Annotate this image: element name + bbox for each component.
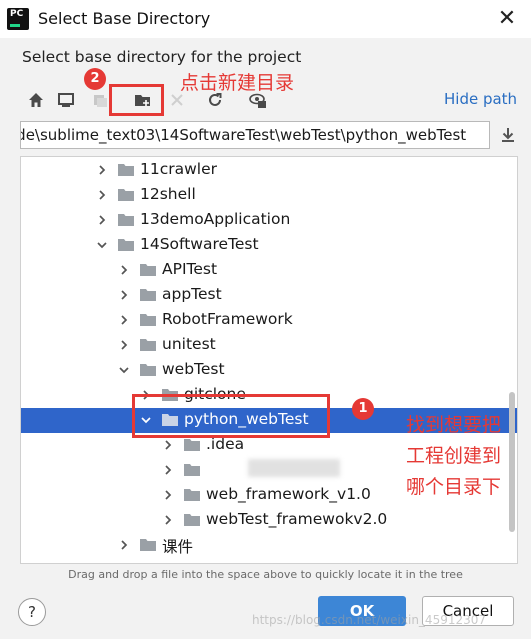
close-button[interactable]: ✕ <box>492 4 522 34</box>
annotation-badge-1: 1 <box>352 398 374 420</box>
folder-icon <box>139 262 157 277</box>
folder-icon <box>139 287 157 302</box>
tree-row-label: APITest <box>162 260 218 278</box>
tree-row-label: 课件 <box>162 538 194 556</box>
tree-row-label: 11crawler <box>140 160 218 178</box>
annotation-new-folder-note: 点击新建目录 <box>180 72 295 94</box>
watermark: https://blog.csdn.net/weixin_45912307 <box>252 613 487 627</box>
hide-path-link[interactable]: Hide path <box>444 90 517 108</box>
tree-scrollbar[interactable] <box>509 392 515 532</box>
tree-row-label: webTest <box>162 360 225 378</box>
chevron-right-icon[interactable] <box>159 511 177 529</box>
chevron-right-icon[interactable] <box>93 186 111 204</box>
tree-row-label: web_framework_v1.0 <box>206 485 371 503</box>
folder-icon <box>117 237 135 252</box>
chevron-right-icon[interactable] <box>93 211 111 229</box>
path-input[interactable]: ode\sublime_text03\14SoftwareTest\webTes… <box>20 121 490 149</box>
chevron-right-icon[interactable] <box>115 536 133 554</box>
chevron-down-icon[interactable] <box>115 361 133 379</box>
chevron-right-icon[interactable] <box>159 461 177 479</box>
tree-row[interactable]: 13demoApplication <box>21 208 517 233</box>
drag-drop-hint: Drag and drop a file into the space abov… <box>68 568 463 581</box>
annotation-box-target-folder <box>132 394 330 438</box>
chevron-right-icon[interactable] <box>115 261 133 279</box>
chevron-right-icon[interactable] <box>159 436 177 454</box>
tree-row[interactable]: unitest <box>21 333 517 358</box>
folder-icon <box>183 512 201 527</box>
tree-row[interactable]: RobotFramework <box>21 308 517 333</box>
chevron-right-icon[interactable] <box>159 486 177 504</box>
folder-icon <box>183 487 201 502</box>
chevron-down-icon[interactable] <box>93 236 111 254</box>
annotation-target-line-2: 工程创建到 <box>406 445 502 467</box>
chevron-right-icon[interactable] <box>115 336 133 354</box>
pycharm-logo-icon: PC <box>7 8 29 30</box>
annotation-badge-2: 2 <box>84 68 106 90</box>
tree-row[interactable]: 12shell <box>21 183 517 208</box>
directory-tree[interactable]: 11crawler 12shell 13demoApplication 14Softw… <box>20 156 518 564</box>
desktop-icon[interactable] <box>54 88 78 112</box>
tree-row[interactable]: webTest <box>21 358 517 383</box>
folder-icon <box>139 312 157 327</box>
dialog-subtitle: Select base directory for the project <box>22 48 302 66</box>
path-value: ode\sublime_text03\14SoftwareTest\webTes… <box>20 126 467 144</box>
folder-icon <box>183 462 201 477</box>
annotation-target-line-1: 找到想要把 <box>406 414 502 436</box>
tree-row-label: RobotFramework <box>162 310 293 328</box>
app-icon-text: PC <box>10 9 24 19</box>
tree-row-label: 13demoApplication <box>140 210 291 228</box>
tree-row[interactable]: APITest <box>21 258 517 283</box>
tree-row[interactable]: appTest <box>21 283 517 308</box>
tree-row-label: webTest_framewokv2.0 <box>206 510 388 528</box>
redacted-blur <box>248 459 340 477</box>
tree-row-label: 12shell <box>140 185 196 203</box>
folder-icon <box>139 362 157 377</box>
folder-icon <box>117 187 135 202</box>
tree-row[interactable]: webTest_framewokv2.0 <box>21 508 517 533</box>
tree-row[interactable]: 课件 <box>21 533 517 558</box>
tree-row[interactable]: 11crawler <box>21 158 517 183</box>
tree-row-label: appTest <box>162 285 222 303</box>
folder-icon <box>117 162 135 177</box>
help-button[interactable]: ? <box>18 598 46 626</box>
annotation-box-new-folder <box>109 84 164 116</box>
annotation-target-line-3: 哪个目录下 <box>406 476 502 498</box>
download-icon[interactable] <box>497 124 519 146</box>
folder-icon <box>183 437 201 452</box>
window-title: Select Base Directory <box>38 9 211 28</box>
tree-row-label: 14SoftwareTest <box>140 235 259 253</box>
folder-icon <box>139 337 157 352</box>
tree-row[interactable]: 14SoftwareTest <box>21 233 517 258</box>
chevron-right-icon[interactable] <box>115 311 133 329</box>
chevron-right-icon[interactable] <box>115 286 133 304</box>
folder-icon <box>117 212 135 227</box>
home-icon[interactable] <box>24 88 48 112</box>
chevron-right-icon[interactable] <box>93 161 111 179</box>
tree-row-label: unitest <box>162 335 216 353</box>
folder-icon <box>139 537 157 552</box>
